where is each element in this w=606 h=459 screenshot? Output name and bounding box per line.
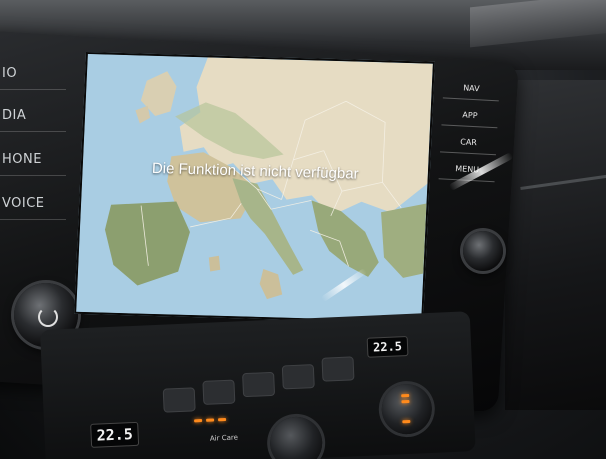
air-care-label: Air Care xyxy=(209,433,239,443)
indicator-light xyxy=(194,419,203,423)
climate-button[interactable] xyxy=(242,371,276,398)
menu-app[interactable]: APP xyxy=(441,103,499,129)
tune-knob[interactable] xyxy=(463,231,503,271)
hardkey-radio-label: IO xyxy=(2,66,18,81)
dashboard-right-trim xyxy=(505,80,606,410)
hardkey-radio[interactable]: IO xyxy=(0,58,66,90)
hardkey-media[interactable]: DIA xyxy=(0,100,66,132)
temp-right-display: 22.5 xyxy=(366,335,409,358)
menu-car[interactable]: CAR xyxy=(440,130,498,156)
hardkey-voice[interactable]: VOICE xyxy=(0,188,66,220)
hardkey-phone-label: HONE xyxy=(2,152,42,167)
rear-defrost-button[interactable] xyxy=(321,356,355,382)
indicator-light xyxy=(218,417,227,422)
climate-button[interactable] xyxy=(202,379,236,405)
seat-heat-button[interactable] xyxy=(281,364,315,390)
europe-map xyxy=(76,54,433,322)
temp-left-display: 22.5 xyxy=(90,421,140,448)
power-icon xyxy=(38,307,58,327)
left-hardkeys: IO DIA HONE VOICE xyxy=(0,58,66,238)
menu-nav[interactable]: NAV xyxy=(442,76,500,102)
hardkey-voice-label: VOICE xyxy=(2,196,45,211)
hardkey-media-label: DIA xyxy=(2,108,27,123)
infotainment-screen[interactable]: Die Funktion ist nicht verfügbar xyxy=(74,52,435,324)
temp-right-dial[interactable] xyxy=(380,383,433,436)
climate-panel: 22.5 22.5 Air Care xyxy=(40,311,476,459)
indicator-light xyxy=(402,419,411,424)
indicator-light xyxy=(401,399,410,404)
indicator-light xyxy=(401,393,410,398)
car-dashboard-photo: IO DIA HONE VOICE Die Funktion ist nicht… xyxy=(0,0,606,459)
climate-button[interactable] xyxy=(162,387,196,413)
hardkey-phone[interactable]: HONE xyxy=(0,144,66,176)
fan-dial[interactable] xyxy=(269,415,324,459)
indicator-light xyxy=(206,418,215,422)
